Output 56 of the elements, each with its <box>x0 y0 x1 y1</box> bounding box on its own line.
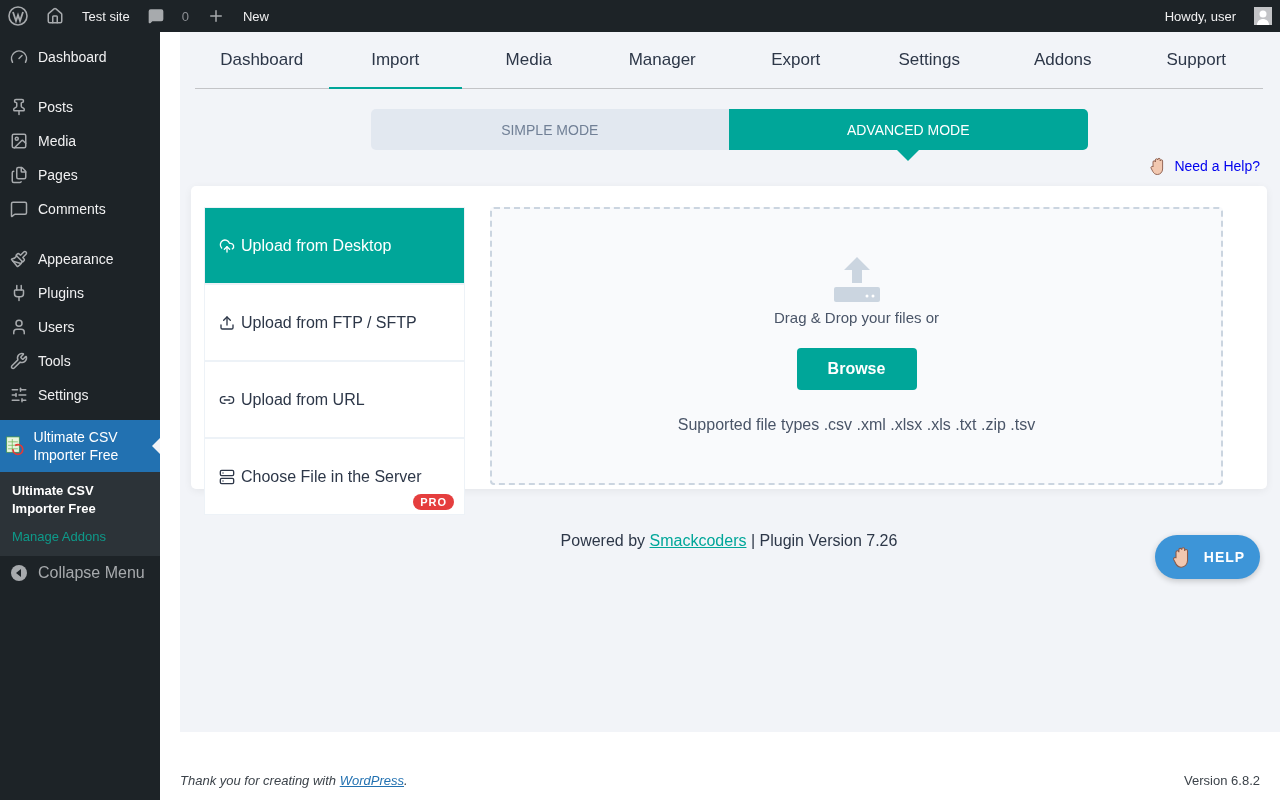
nav-tab[interactable]: Media <box>462 32 596 89</box>
source-option[interactable]: Upload from URL <box>204 361 465 438</box>
collapse-icon <box>10 564 28 582</box>
powered-by-text: Powered by Smackcoders | Plugin Version 7.26 <box>559 532 899 550</box>
wordpress-logo-icon[interactable] <box>8 6 28 26</box>
nav-tab[interactable]: Manager <box>595 32 729 89</box>
menu-icon <box>10 200 28 218</box>
menu-icon <box>10 318 28 336</box>
help-link[interactable]: Need a Help? <box>1174 158 1260 174</box>
version-text: Version 6.8.2 <box>1184 773 1260 788</box>
site-link[interactable]: Test site <box>82 8 130 24</box>
sidebar-item[interactable]: Settings <box>0 378 160 412</box>
drop-prompt: Drag & Drop your files or <box>773 309 940 326</box>
nav-tab[interactable]: Addons <box>996 32 1130 89</box>
active-mode-pointer <box>897 150 920 161</box>
footer-thanks: Thank you for creating with WordPress. <box>180 773 408 788</box>
sidebar-item[interactable]: Plugins <box>0 276 160 310</box>
menu-icon <box>10 48 28 66</box>
menu-icon <box>10 166 28 184</box>
sidebar-item[interactable]: Dashboard <box>0 40 160 74</box>
source-option[interactable]: Choose File in the Server PRO <box>204 438 465 515</box>
menu-icon <box>10 250 28 268</box>
nav-tab[interactable]: Import <box>328 32 462 89</box>
collapse-menu-button[interactable]: Collapse Menu <box>0 556 160 590</box>
wordpress-link[interactable]: WordPress <box>339 773 404 788</box>
drop-zone[interactable]: Drag & Drop your files or Browse Supported file types .csv .xml .xlsx .xls .txt .zip .tsv <box>490 207 1223 485</box>
source-icon <box>219 468 235 485</box>
comment-icon[interactable] <box>147 8 164 24</box>
new-link[interactable]: New <box>242 8 269 24</box>
source-icon <box>219 314 235 331</box>
sidebar-item[interactable]: Media <box>0 124 160 158</box>
sidebar-item[interactable]: Tools <box>0 344 160 378</box>
pro-badge: PRO <box>413 494 454 510</box>
submenu-item[interactable]: Manage Addons <box>12 528 148 546</box>
sidebar-item[interactable]: Posts <box>0 90 160 124</box>
comment-count[interactable]: 0 <box>181 8 189 24</box>
sidebar-item[interactable]: Users <box>0 310 160 344</box>
source-option[interactable]: Upload from FTP / SFTP <box>204 284 465 361</box>
menu-icon <box>10 132 28 150</box>
sidebar-item[interactable]: Comments <box>0 192 160 226</box>
nav-tab[interactable]: Support <box>1129 32 1263 89</box>
source-icon <box>219 237 235 254</box>
account-link[interactable]: Howdy, user <box>1164 8 1236 24</box>
sidebar-item[interactable]: Ultimate CSV Importer Free <box>0 420 160 472</box>
supported-types: Supported file types .csv .xml .xlsx .xls .txt .zip .tsv <box>677 416 1036 434</box>
menu-icon <box>10 386 28 404</box>
nav-tab[interactable]: Export <box>729 32 863 89</box>
sidebar-item[interactable]: Appearance <box>0 242 160 276</box>
sidebar-item[interactable]: Pages <box>0 158 160 192</box>
upload-tray-icon <box>832 257 881 303</box>
menu-icon <box>10 98 28 116</box>
nav-tab[interactable]: Settings <box>862 32 996 89</box>
submenu-item[interactable]: Ultimate CSV Importer Free <box>12 482 148 518</box>
nav-tab[interactable]: Dashboard <box>195 32 329 89</box>
menu-icon <box>10 352 28 370</box>
home-icon[interactable] <box>46 7 64 25</box>
